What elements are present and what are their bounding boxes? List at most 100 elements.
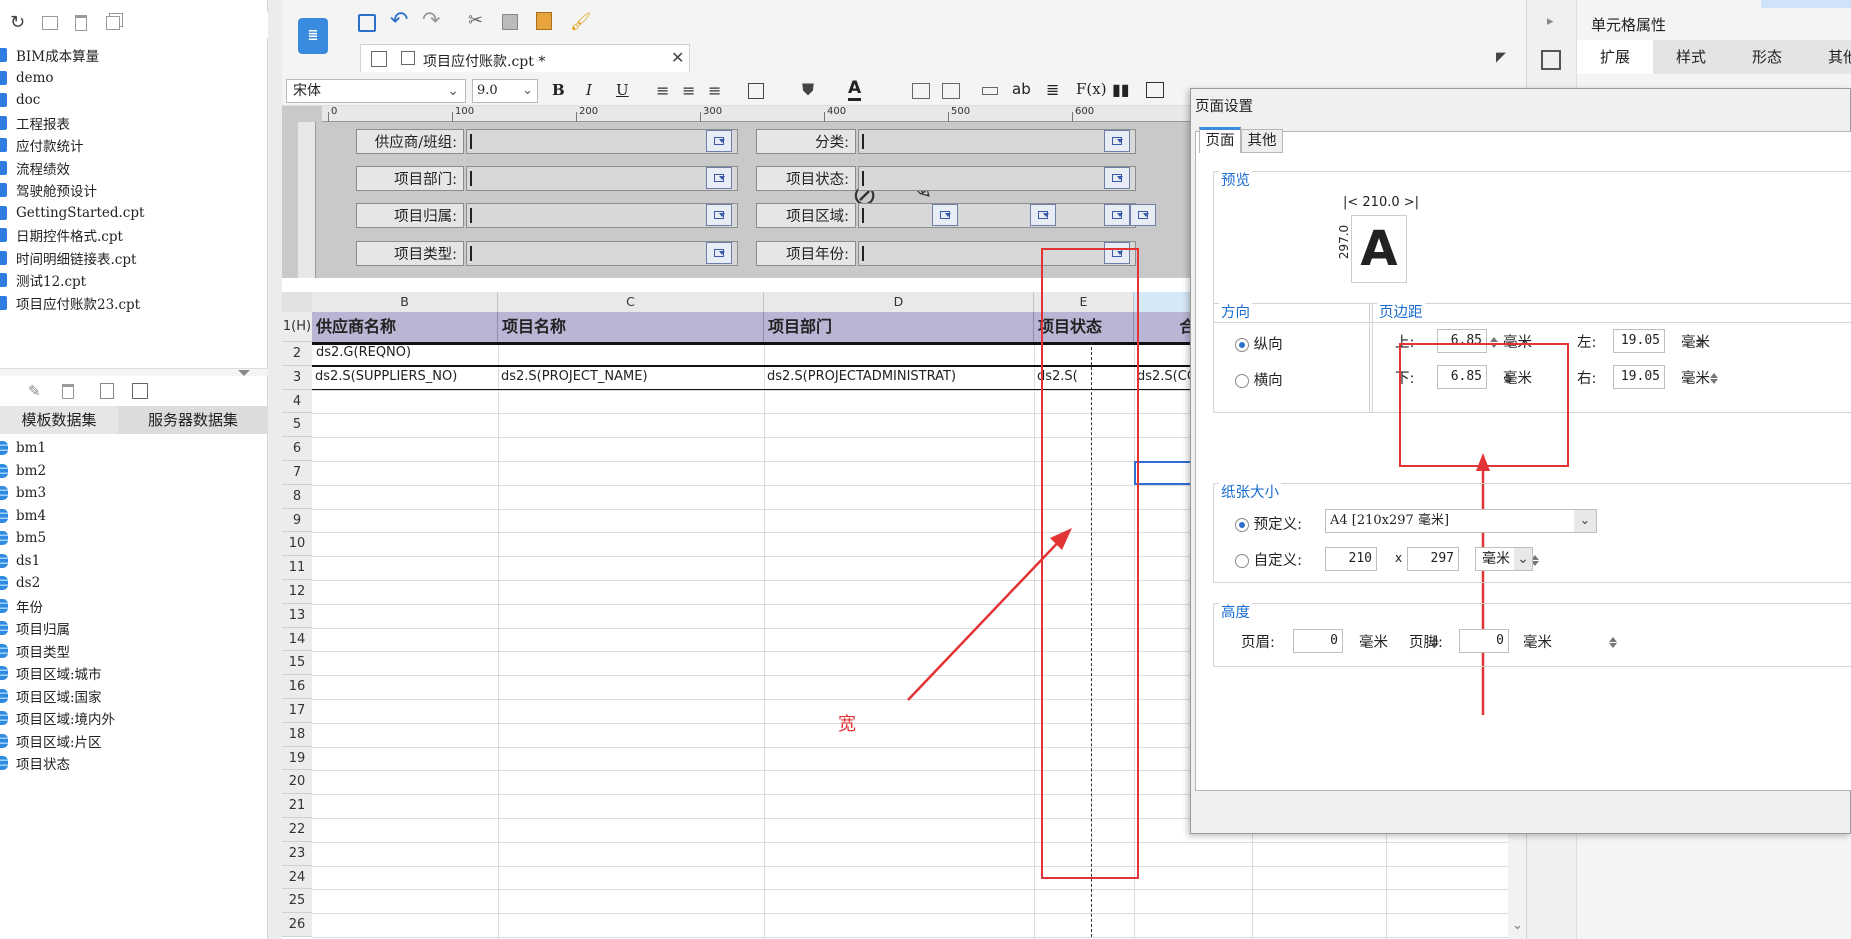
left-margin-input[interactable]: 19.05 [1613, 329, 1665, 353]
delete-icon[interactable] [75, 15, 87, 31]
new-folder-icon[interactable] [42, 16, 58, 30]
dataset-item[interactable]: 项目归属 [0, 617, 70, 639]
row-header[interactable]: 2 [282, 342, 312, 366]
copy-cell-icon[interactable] [502, 14, 518, 30]
preview-dataset-icon[interactable] [100, 383, 114, 399]
dataset-item[interactable]: 年份 [0, 595, 43, 617]
row-header[interactable]: 20 [282, 770, 312, 795]
font-color-icon[interactable]: A [848, 78, 862, 101]
param-supplier-input[interactable] [466, 129, 738, 154]
dataset-item[interactable]: ds1 [0, 550, 40, 572]
dataset-item[interactable]: bm2 [0, 460, 46, 482]
param-dept-dropdown[interactable] [706, 167, 732, 189]
param-status-input[interactable] [858, 166, 1136, 191]
editor-tab[interactable]: 项目应付账款.cpt * ✕ [360, 44, 690, 72]
tab-server-datasets[interactable]: 服务器数据集 [118, 406, 268, 434]
file-item[interactable]: 应付款统计 [0, 134, 84, 156]
row-header[interactable]: 22 [282, 818, 312, 842]
radio-custom[interactable] [1235, 554, 1249, 568]
property-tab[interactable]: 其他 [1805, 40, 1851, 74]
region-sub-dropdown[interactable] [1130, 204, 1156, 226]
right-margin-spinner[interactable] [1709, 366, 1719, 388]
file-item[interactable]: demo [0, 67, 54, 89]
refresh-icon[interactable]: ↻ [10, 12, 25, 33]
row-header[interactable]: 17 [282, 699, 312, 723]
row-header[interactable]: 3 [282, 365, 312, 390]
file-item[interactable]: 时间明细链接表.cpt [0, 247, 136, 269]
copy-icon[interactable] [106, 16, 120, 30]
column-header[interactable]: D [764, 292, 1034, 312]
corner-cell[interactable] [282, 292, 312, 312]
dataset-item[interactable]: 项目类型 [0, 640, 70, 662]
dataset-item[interactable]: bm4 [0, 505, 46, 527]
align-left-icon[interactable]: ≡ [656, 81, 669, 100]
row-header[interactable]: 11 [282, 556, 312, 580]
dataset-item[interactable]: bm1 [0, 437, 46, 459]
left-splitter[interactable] [268, 0, 282, 939]
column-header[interactable]: C [498, 292, 764, 312]
file-item[interactable]: doc [0, 89, 40, 111]
dataset-item[interactable]: ds2 [0, 572, 40, 594]
param-type-dropdown[interactable] [706, 242, 732, 264]
data-cell[interactable]: ds2.S(SUPPLIERS_NO) [315, 369, 497, 389]
row-header[interactable]: 7 [282, 461, 312, 485]
portrait-radio[interactable]: 纵向 [1235, 333, 1283, 354]
tab-page[interactable]: 页面 [1199, 127, 1241, 153]
tab-other[interactable]: 其他 [1241, 129, 1283, 153]
text-cell-icon[interactable]: ab [1012, 80, 1031, 98]
file-item[interactable]: 日期控件格式.cpt [0, 224, 123, 246]
property-tab[interactable]: 形态 [1729, 40, 1805, 74]
custom-unit-select[interactable]: 毫米 ⌄ [1475, 547, 1533, 571]
footer-height-spinner[interactable] [1608, 630, 1618, 652]
panel-toggle-icon[interactable]: ◤ [1496, 50, 1506, 65]
fill-color-icon[interactable]: ⛊ [802, 80, 814, 100]
row-header[interactable]: 23 [282, 841, 312, 866]
data-cell[interactable]: ds2.S(PROJECT_NAME) [501, 369, 763, 389]
unmerge-cells-icon[interactable] [942, 83, 960, 99]
file-item[interactable]: 工程报表 [0, 112, 70, 134]
dataset-item[interactable]: 项目区域:国家 [0, 685, 102, 707]
image-icon[interactable] [1146, 82, 1164, 98]
close-tab-icon[interactable]: ✕ [671, 48, 684, 67]
custom-height-input[interactable]: 297 [1407, 547, 1459, 571]
param-dept-input[interactable] [466, 166, 738, 191]
paper-select[interactable]: A4 [210x297 毫米] ⌄ [1325, 509, 1597, 533]
align-center-icon[interactable]: ≡ [682, 81, 695, 100]
formula-icon[interactable]: F(x) [1076, 80, 1107, 98]
data-connection-icon[interactable] [132, 383, 148, 399]
row-header[interactable]: 14 [282, 627, 312, 652]
undo-icon[interactable]: ↶ [390, 8, 408, 33]
landscape-radio[interactable]: 横向 [1235, 369, 1283, 390]
insert-row-icon[interactable] [982, 87, 998, 95]
dataset-item[interactable]: 项目区域:城市 [0, 662, 102, 684]
header-cell[interactable]: 项目名称 [498, 312, 764, 342]
header-cell[interactable]: 项目部门 [764, 312, 1034, 342]
property-tab[interactable]: 样式 [1653, 40, 1729, 74]
predefined-radio[interactable]: 预定义: [1235, 513, 1302, 534]
dataset-item[interactable]: 项目状态 [0, 752, 70, 774]
font-select[interactable]: 宋体 ⌄ [286, 79, 466, 103]
row-header[interactable]: 10 [282, 532, 312, 557]
richtext-icon[interactable]: ≣ [1046, 80, 1059, 99]
paste-icon[interactable] [536, 12, 552, 30]
chart-icon[interactable]: ▮▮ [1112, 80, 1130, 99]
dataset-item[interactable]: 项目区域:境内外 [0, 707, 115, 729]
file-item[interactable]: BIM成本算量 [0, 44, 99, 66]
row-header[interactable]: 13 [282, 603, 312, 628]
designer-logo[interactable]: ≣ [298, 18, 328, 54]
size-select[interactable]: 9.0 ⌄ [472, 79, 538, 103]
file-item[interactable]: 驾驶舱预设计 [0, 179, 97, 201]
row-header[interactable]: 6 [282, 437, 312, 461]
radio-portrait[interactable] [1235, 338, 1249, 352]
radio-landscape[interactable] [1235, 374, 1249, 388]
row-header[interactable]: 18 [282, 722, 312, 747]
italic-button[interactable]: I [586, 81, 592, 99]
row-header[interactable]: 24 [282, 865, 312, 890]
param-region-input[interactable] [858, 203, 1136, 228]
header-height-input[interactable]: 0 [1293, 629, 1343, 653]
footer-height-input[interactable]: 0 [1459, 629, 1509, 653]
delete-dataset-icon[interactable] [62, 384, 74, 399]
group-cell[interactable]: ds2.G(REQNO) [316, 345, 496, 365]
redo-icon[interactable]: ↷ [422, 8, 440, 33]
save-icon[interactable] [358, 14, 376, 32]
